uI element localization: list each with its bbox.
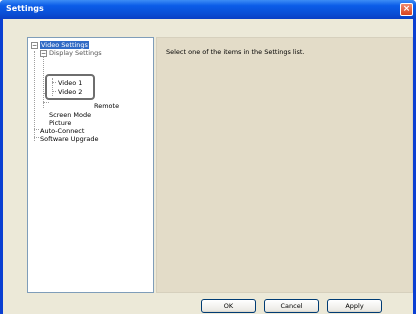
close-button[interactable]: × xyxy=(400,3,413,16)
info-message: Select one of the items in the Settings … xyxy=(166,48,305,56)
collapse-icon[interactable]: − xyxy=(31,42,38,49)
tree-line xyxy=(34,137,39,138)
tree-item-screen-mode[interactable]: Screen Mode xyxy=(49,111,91,119)
tree-line xyxy=(43,50,44,108)
tree-item-video-2[interactable]: Video 2 xyxy=(58,88,82,96)
collapse-icon[interactable]: − xyxy=(40,50,47,57)
window-title: Settings xyxy=(6,4,44,13)
ok-button[interactable]: OK xyxy=(201,299,256,313)
tree-item-picture[interactable]: Picture xyxy=(49,119,71,127)
client-area: − Video Settings − Display Settings Vide… xyxy=(3,19,413,314)
apply-button[interactable]: Apply xyxy=(327,299,382,313)
tree-item-auto-connect[interactable]: Auto-Connect xyxy=(40,127,84,135)
settings-window: Settings × − Video Settings − Display Se… xyxy=(0,0,416,314)
tree-line xyxy=(34,51,35,141)
tree-line xyxy=(43,102,49,103)
tree-item-video-1[interactable]: Video 1 xyxy=(58,79,82,87)
tree-item-remote[interactable]: Remote xyxy=(94,102,119,110)
cancel-button[interactable]: Cancel xyxy=(264,299,319,313)
tree-item-video-settings[interactable]: Video Settings xyxy=(40,41,89,49)
tree-line xyxy=(34,129,39,130)
title-bar[interactable]: Settings × xyxy=(0,0,416,19)
tree-line xyxy=(52,82,56,83)
settings-tree[interactable]: − Video Settings − Display Settings Vide… xyxy=(27,37,154,293)
tree-line xyxy=(52,91,56,92)
tree-item-software-upgrade[interactable]: Software Upgrade xyxy=(40,135,99,143)
highlight-callout: Video 1 Video 2 xyxy=(45,74,95,100)
info-panel: Select one of the items in the Settings … xyxy=(156,37,413,293)
tree-line xyxy=(52,78,53,96)
tree-item-display-settings[interactable]: Display Settings xyxy=(49,49,102,57)
